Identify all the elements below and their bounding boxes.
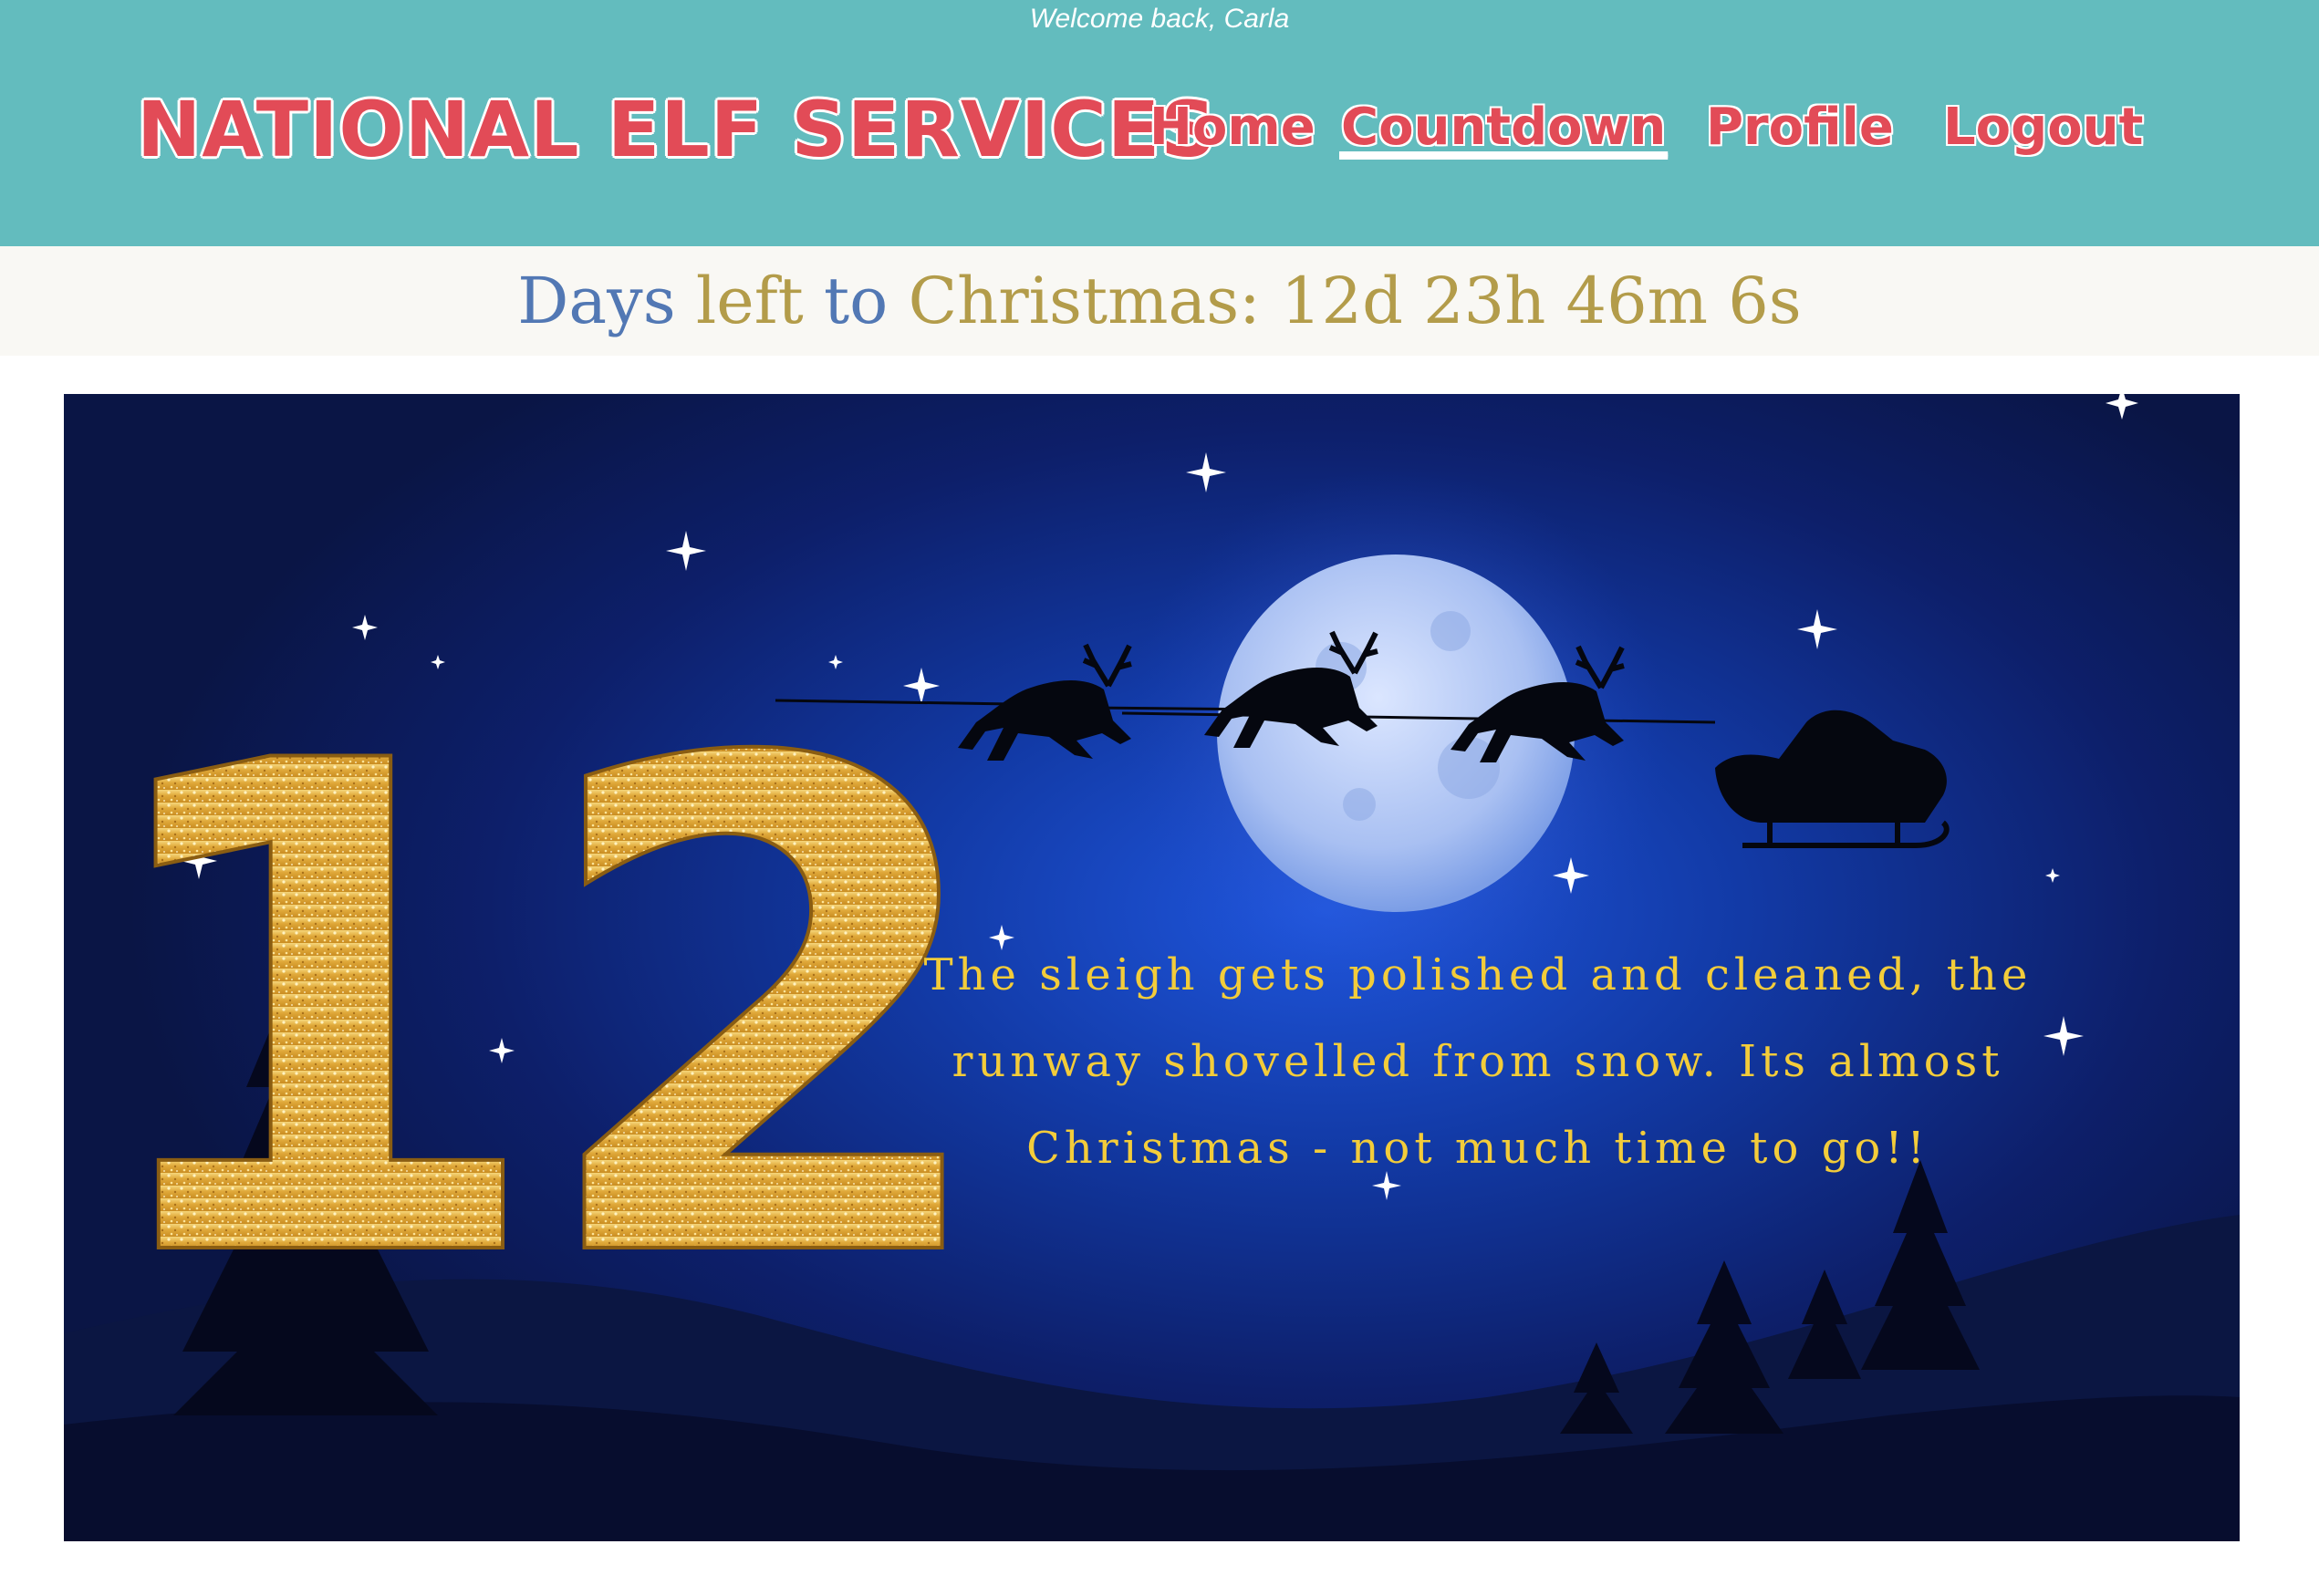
site-logo[interactable]: NATIONAL ELF SERVICES xyxy=(137,91,1217,168)
countdown-label: Days left to Christmas: 12d 23h 46m 6s xyxy=(517,264,1801,338)
nav-countdown-link[interactable]: Countdown xyxy=(1341,102,1666,153)
nav-logout-link[interactable]: Logout xyxy=(1943,102,2143,153)
site-header: Welcome back, Carla NATIONAL ELF SERVICE… xyxy=(0,0,2319,246)
day-message: The sleigh gets polished and cleaned, th… xyxy=(923,949,2033,1174)
nav-profile-link[interactable]: Profile xyxy=(1706,102,1894,153)
welcome-message: Welcome back, Carla xyxy=(1029,4,1290,34)
main-nav: Home Countdown Profile Logout xyxy=(1149,102,2153,175)
nav-home-link[interactable]: Home xyxy=(1149,102,1315,153)
countdown-label-christmas: Christmas: xyxy=(908,264,1261,338)
advent-day-banner: 12 The sleigh gets polished and cleaned,… xyxy=(64,394,2240,1541)
countdown-bar: Days left to Christmas: 12d 23h 46m 6s xyxy=(0,246,2319,356)
countdown-label-left: left xyxy=(695,264,804,338)
countdown-label-to: to xyxy=(824,264,889,338)
countdown-timer: 12d 23h 46m 6s xyxy=(1281,264,1802,338)
countdown-label-days: Days xyxy=(517,264,676,338)
